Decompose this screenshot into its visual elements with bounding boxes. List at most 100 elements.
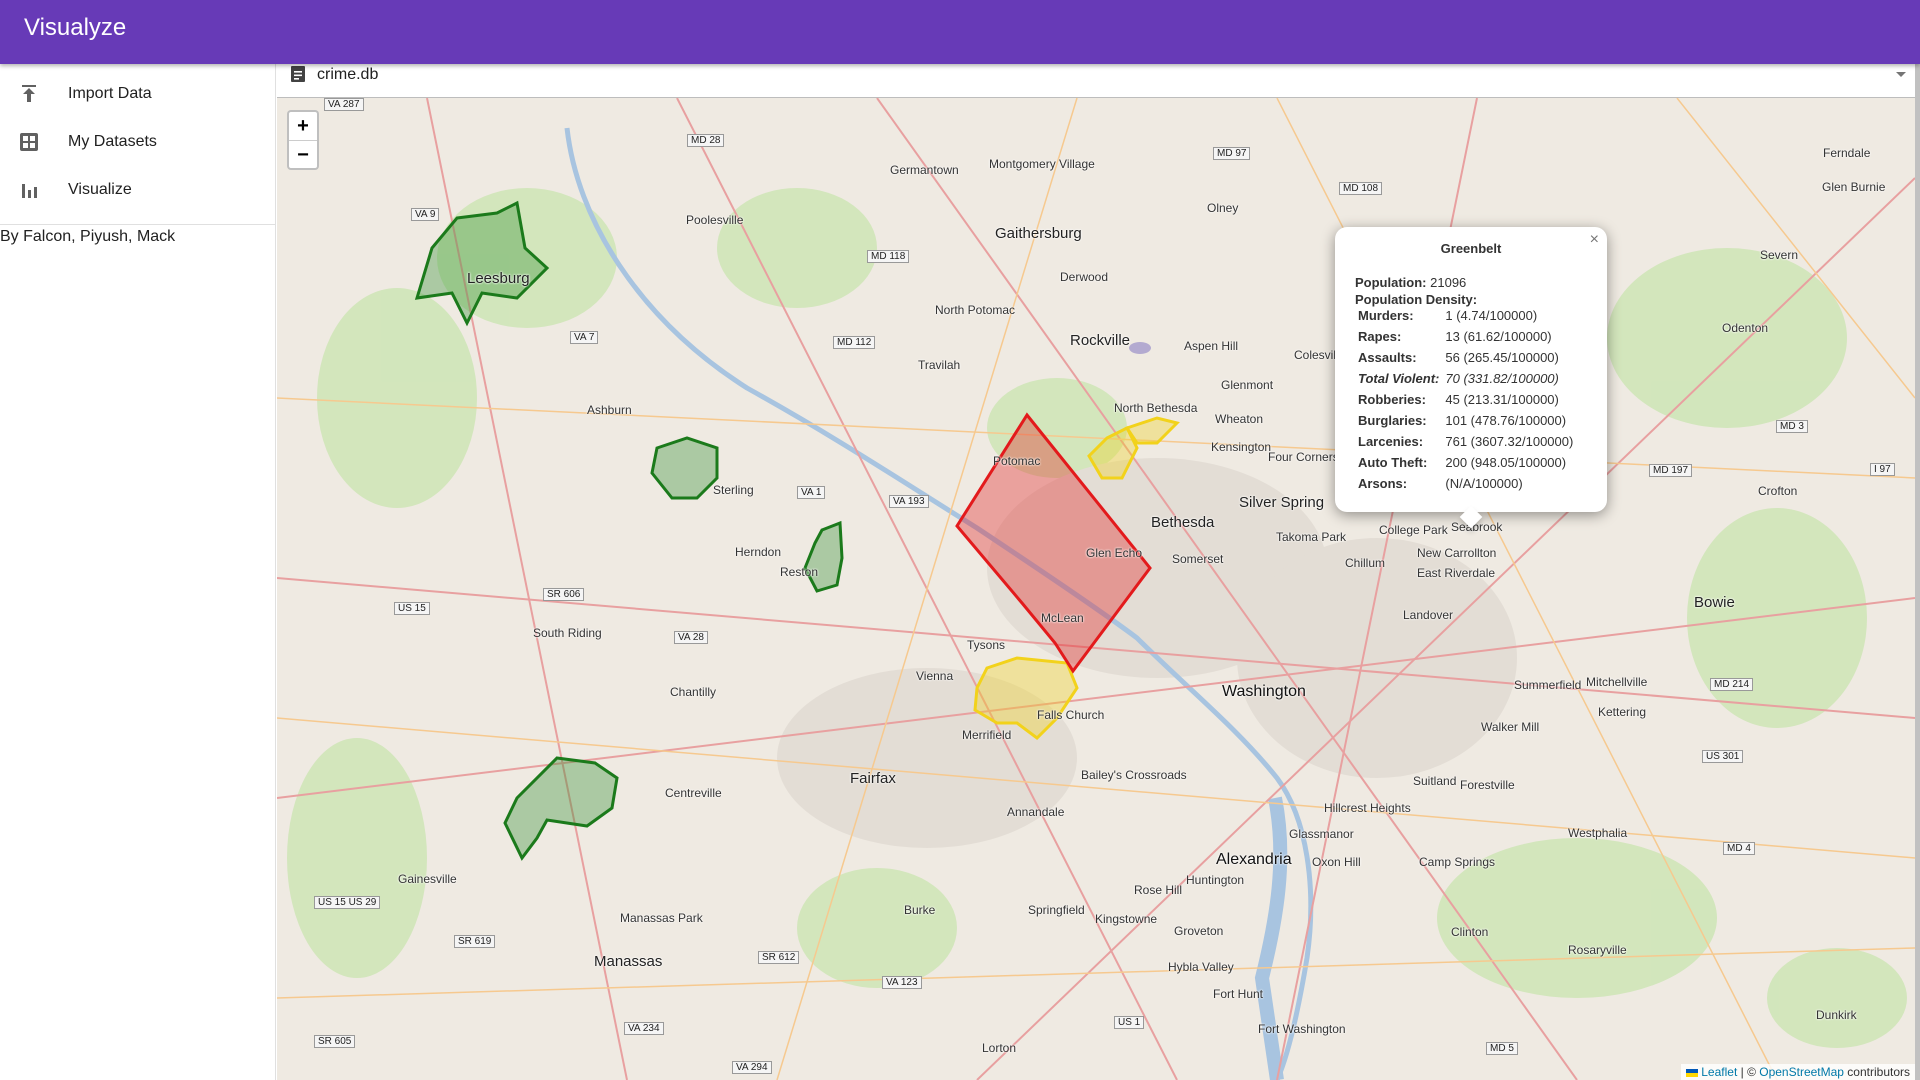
place-label: Takoma Park — [1276, 530, 1347, 544]
place-label: Burke — [904, 903, 936, 917]
sidebar-item-visualize[interactable]: Visualize — [0, 166, 275, 214]
place-label: Glassmanor — [1289, 827, 1354, 841]
place-label: Groveton — [1174, 924, 1224, 938]
place-label: College Park — [1379, 523, 1448, 537]
page-scrollbar[interactable] — [1915, 64, 1920, 1080]
sidebar-item-my-datasets[interactable]: My Datasets — [0, 118, 275, 166]
place-label: Ferndale — [1823, 146, 1871, 160]
place-label: Crofton — [1758, 484, 1798, 498]
place-label: McLean — [1041, 611, 1084, 625]
place-label: Rosaryville — [1568, 943, 1627, 957]
upload-icon — [18, 83, 40, 105]
place-label: Rose Hill — [1134, 883, 1183, 897]
route-shield: SR 605 — [314, 1035, 356, 1048]
place-label: Chillum — [1345, 556, 1386, 570]
document-icon — [291, 64, 305, 87]
place-label: Herndon — [735, 545, 782, 559]
zoom-control[interactable]: + − — [287, 110, 319, 170]
place-label: Alexandria — [1216, 851, 1292, 868]
place-label: Mitchellville — [1586, 675, 1648, 689]
route-shield: MD 28 — [687, 134, 725, 147]
map-view[interactable]: + − Washington Bethesda Silver Spring Ro… — [277, 98, 1915, 1080]
stat-value: 70 (331.82/100000) — [1445, 370, 1559, 386]
place-label: North Potomac — [935, 303, 1016, 317]
sidebar-item-label: Visualize — [68, 181, 132, 198]
sidebar-divider — [0, 224, 276, 225]
table-row: Arsons: (N/A/100000) — [1355, 473, 1576, 494]
leaflet-link[interactable]: Leaflet — [1701, 1065, 1737, 1079]
dataset-select[interactable]: crime.db — [277, 64, 1920, 98]
table-row: Larcenies: 761 (3607.32/100000) — [1355, 431, 1576, 452]
sidebar-item-label: My Datasets — [68, 133, 157, 150]
place-label: Aspen Hill — [1184, 339, 1239, 353]
table-row: Total Violent: 70 (331.82/100000) — [1355, 368, 1576, 389]
route-shield: VA 28 — [674, 631, 708, 644]
stat-label: Burglaries: — [1358, 412, 1427, 428]
place-label: Bethesda — [1151, 514, 1215, 531]
place-label: Summerfield — [1514, 678, 1582, 692]
zoom-in-button[interactable]: + — [289, 112, 317, 140]
route-shield: US 15 US 29 — [314, 896, 381, 909]
route-shield: MD 197 — [1649, 464, 1693, 477]
ukraine-flag-icon — [1686, 1068, 1699, 1077]
place-label: Merrifield — [962, 728, 1012, 742]
place-label: Westphalia — [1568, 826, 1628, 840]
place-label: Sterling — [713, 483, 754, 497]
route-shield: MD 214 — [1710, 678, 1754, 691]
population-value: 21096 — [1430, 275, 1467, 290]
region-popup: × Greenbelt Population: 21096 Population… — [1335, 227, 1607, 529]
place-label: Fort Hunt — [1213, 987, 1264, 1001]
place-label: Lorton — [982, 1041, 1017, 1055]
route-shield: MD 108 — [1339, 182, 1383, 195]
sidebar-item-import-data[interactable]: Import Data — [0, 70, 275, 118]
place-label: Falls Church — [1037, 708, 1105, 722]
route-shield: SR 606 — [543, 588, 585, 601]
place-label: Springfield — [1028, 903, 1085, 917]
route-shield: MD 97 — [1213, 147, 1251, 160]
place-label: Gainesville — [398, 872, 457, 886]
population-line: Population: 21096 — [1355, 275, 1466, 290]
place-label: Bailey's Crossroads — [1081, 768, 1187, 782]
place-label: Rockville — [1070, 332, 1131, 349]
stat-label: Larcenies: — [1358, 433, 1424, 449]
place-label: Four Corners — [1268, 450, 1339, 464]
osm-link[interactable]: OpenStreetMap — [1759, 1065, 1844, 1079]
stat-value: 200 (948.05/100000) — [1445, 454, 1567, 470]
table-row: Burglaries: 101 (478.76/100000) — [1355, 410, 1576, 431]
route-shield: MD 112 — [833, 336, 876, 349]
place-label: Kingstowne — [1095, 912, 1158, 926]
place-label: Oxon Hill — [1312, 855, 1361, 869]
chevron-down-icon[interactable] — [1896, 72, 1906, 77]
stat-value: 13 (61.62/100000) — [1445, 328, 1552, 344]
route-shield: MD 3 — [1776, 420, 1808, 433]
place-label: Odenton — [1722, 321, 1769, 335]
route-shield: MD 4 — [1723, 842, 1755, 855]
stat-label: Rapes: — [1358, 328, 1402, 344]
place-label: Clinton — [1451, 925, 1489, 939]
place-label: North Bethesda — [1114, 401, 1198, 415]
place-label: Dunkirk — [1816, 1008, 1857, 1022]
place-label: Tysons — [967, 638, 1006, 652]
sidebar: Import Data My Datasets Visualize By Fal… — [0, 64, 276, 1080]
zoom-out-button[interactable]: − — [289, 140, 317, 168]
place-label: Huntington — [1186, 873, 1245, 887]
place-label: Bowie — [1694, 594, 1735, 611]
place-label: Severn — [1760, 248, 1799, 262]
place-label: Forestville — [1460, 778, 1515, 792]
place-label: Germantown — [890, 163, 959, 177]
place-label: Hillcrest Heights — [1324, 801, 1411, 815]
grid-icon — [18, 131, 40, 153]
route-shield: VA 294 — [732, 1061, 772, 1074]
route-shield: VA 7 — [570, 331, 599, 344]
place-label: Manassas — [594, 953, 663, 970]
place-label: Wheaton — [1215, 412, 1264, 426]
place-label: Silver Spring — [1239, 494, 1325, 511]
place-label: Glen Echo — [1086, 546, 1143, 560]
place-label: Hybla Valley — [1168, 960, 1234, 974]
map-tiles — [277, 98, 1915, 1080]
stat-value: 101 (478.76/100000) — [1445, 412, 1567, 428]
bar-chart-icon — [18, 179, 40, 201]
route-shield: VA 9 — [411, 208, 440, 221]
table-row: Auto Theft: 200 (948.05/100000) — [1355, 452, 1576, 473]
place-label: Annandale — [1007, 805, 1065, 819]
